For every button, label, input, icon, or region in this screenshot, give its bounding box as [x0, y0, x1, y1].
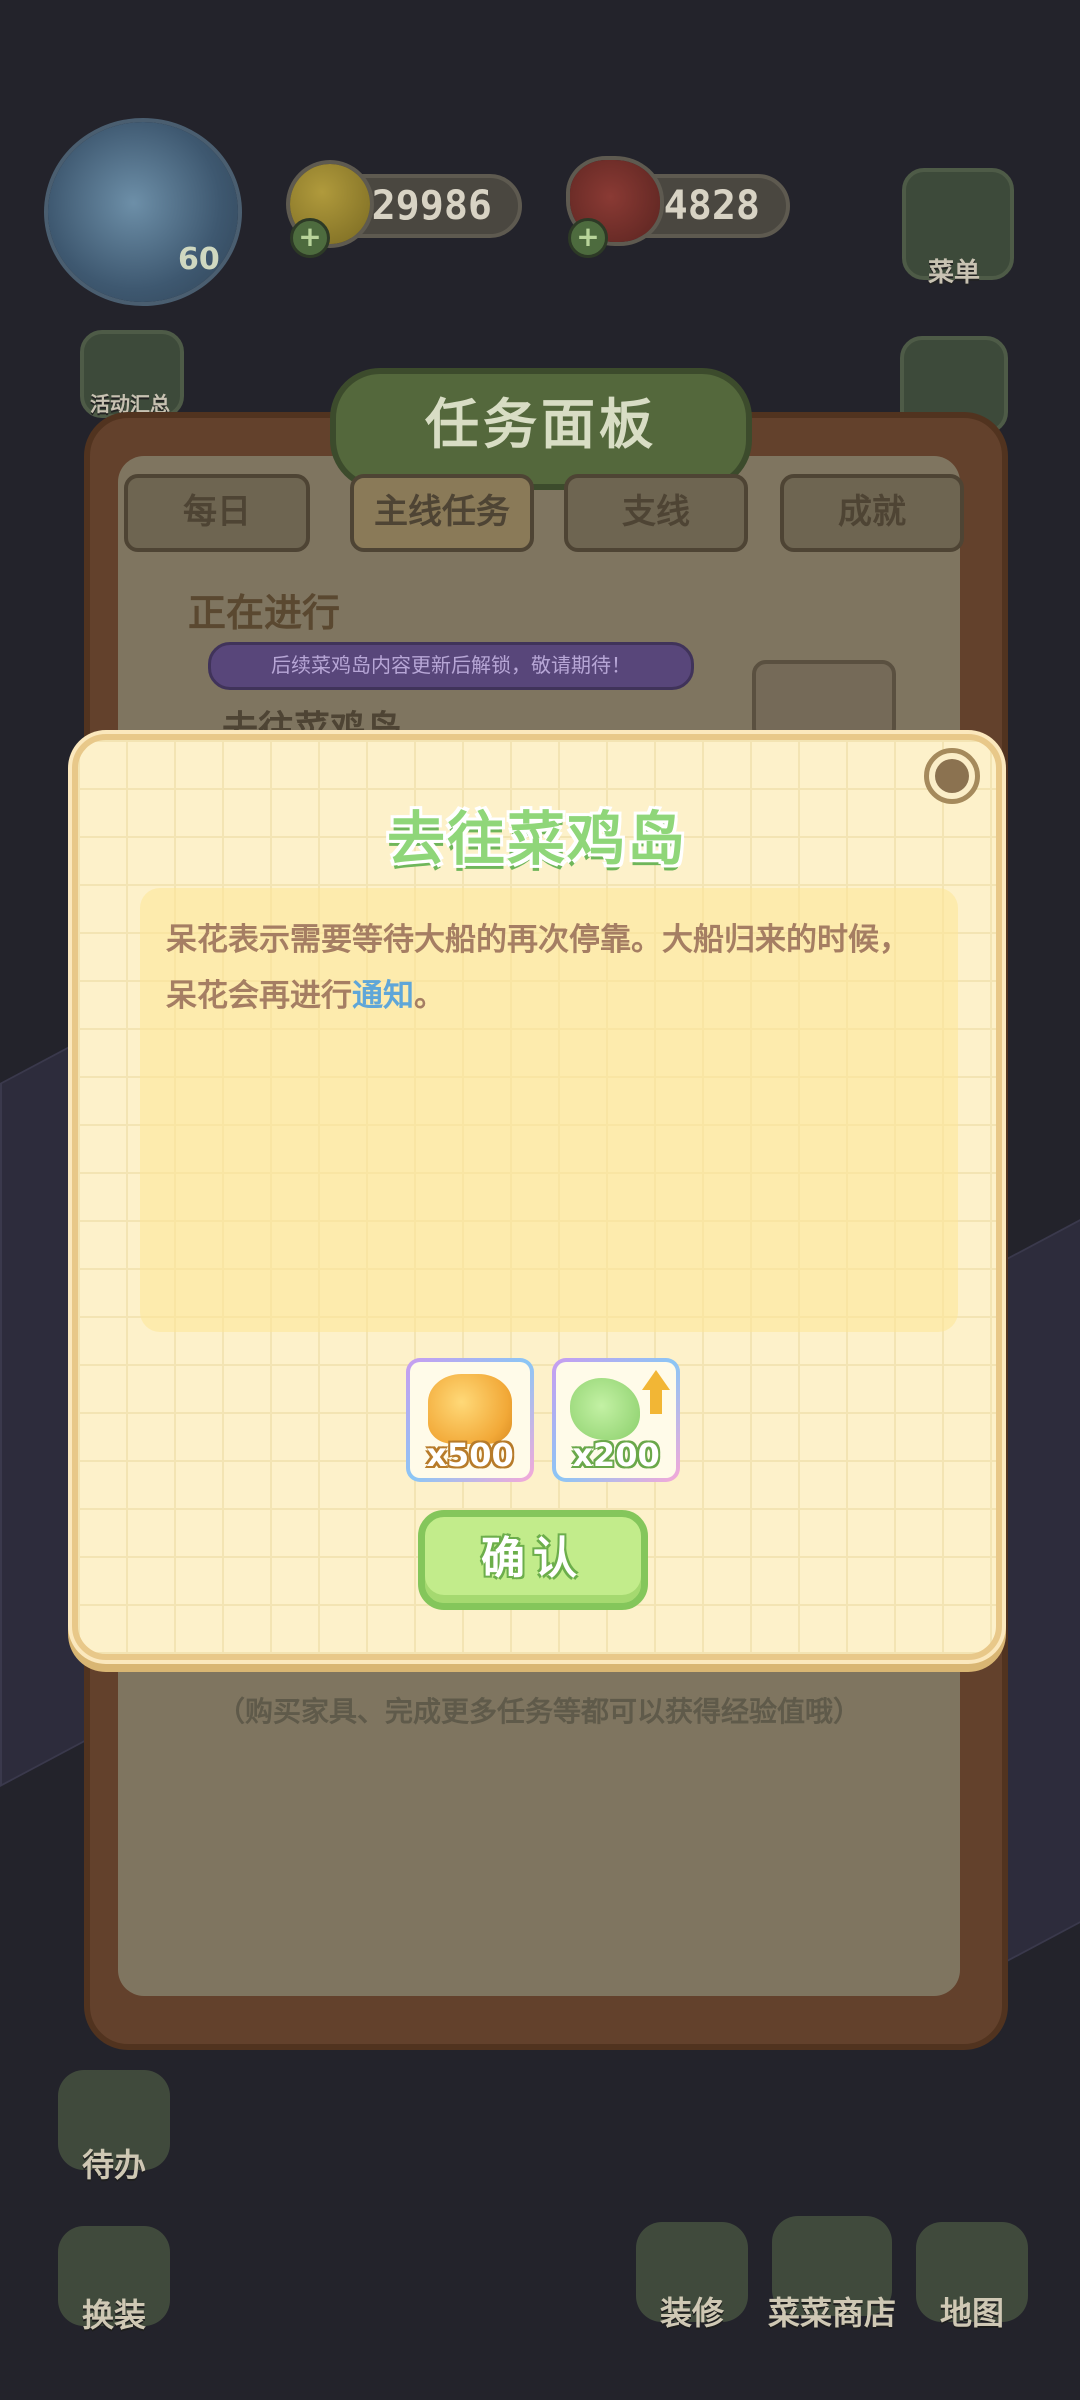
shop-label: 菜菜商店 [767, 2294, 896, 2332]
todo-label: 待办 [81, 2146, 146, 2184]
notify-link[interactable]: 通知 [352, 978, 414, 1014]
reward-exp[interactable]: x200 [552, 1358, 680, 1482]
tab-daily[interactable]: 每日 [124, 474, 310, 552]
dialog-title: 去往菜鸡岛 [386, 805, 687, 873]
add-food-button[interactable]: + [568, 218, 608, 258]
add-coins-button[interactable]: + [290, 218, 330, 258]
player-level: 60 [178, 242, 220, 277]
decorate-label: 装修 [659, 2294, 724, 2332]
outfit-label: 换装 [81, 2296, 146, 2334]
coin-pile-icon [428, 1374, 512, 1444]
description-text: 呆花表示需要等待大船的再次停靠。大船归来的时候，呆花会再进行通知。 [166, 912, 936, 1024]
confirm-button[interactable]: 确认 [418, 1510, 648, 1610]
close-icon [935, 759, 969, 793]
tab-main-quest[interactable]: 主线任务 [350, 474, 534, 552]
task-panel-title: 任务面板 [425, 393, 657, 456]
level-up-arrow-icon [642, 1370, 670, 1390]
unlock-notice: 后续菜鸡岛内容更新后解锁，敬请期待！ [208, 642, 694, 690]
menu-label: 菜单 [927, 258, 980, 288]
exp-leaf-icon [570, 1378, 640, 1440]
reward-coins[interactable]: x500 [406, 1358, 534, 1482]
exp-hint: （购买家具、完成更多任务等都可以获得经验值哦） [216, 1695, 861, 1728]
tab-side-quest[interactable]: 支线 [564, 474, 748, 552]
in-progress-label: 正在进行 [188, 591, 341, 635]
coin-count: 29986 [371, 183, 492, 229]
map-label: 地图 [939, 2294, 1004, 2332]
task-lock-icon [752, 660, 896, 742]
description-part-1: 呆花表示需要等待大船的再次停靠。大船归来的时候，呆花会再进行 [166, 922, 910, 1014]
reward-exp-qty: x200 [572, 1436, 660, 1474]
food-count: 4828 [663, 183, 760, 229]
reward-coins-qty: x500 [426, 1436, 514, 1474]
tab-achievements[interactable]: 成就 [780, 474, 964, 552]
level-up-arrow-stem [650, 1390, 662, 1414]
description-part-2: 。 [414, 978, 445, 1014]
